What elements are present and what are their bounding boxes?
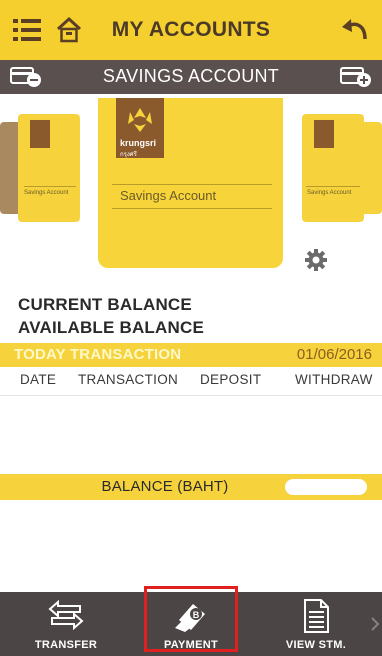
current-balance-label: CURRENT BALANCE	[18, 295, 192, 314]
brand-name: krungsri	[120, 138, 157, 148]
krungsri-logo	[314, 120, 334, 148]
page-title: MY ACCOUNTS	[111, 18, 271, 41]
account-card-right[interactable]: Savings Account	[302, 114, 364, 222]
header-divider	[0, 395, 382, 396]
account-card-left[interactable]: Savings Account	[18, 114, 80, 222]
statement-icon	[256, 598, 376, 634]
balance-value-redacted	[285, 479, 367, 495]
card-divider	[112, 208, 272, 209]
card-plus-icon[interactable]	[340, 64, 372, 90]
today-transaction-bar: TODAY TRANSACTION 01/06/2016	[0, 343, 382, 367]
account-card-carousel[interactable]: Savings Account krungsri กรุงศรี Savings…	[0, 94, 382, 280]
nav-transfer-label: TRANSFER	[34, 639, 98, 651]
gear-icon[interactable]	[304, 248, 328, 272]
krungsri-logo	[30, 120, 50, 148]
balance-label: BALANCE (BAHT)	[101, 478, 229, 495]
column-header-deposit: DEPOSIT	[200, 372, 262, 387]
nav-view-statement[interactable]: VIEW STM.	[256, 592, 376, 656]
transfer-icon	[6, 598, 126, 634]
column-header-transaction: TRANSACTION	[78, 372, 179, 387]
nav-transfer[interactable]: TRANSFER	[6, 592, 126, 656]
krungsri-logo: krungsri กรุงศรี	[116, 98, 164, 158]
transaction-date: 01/06/2016	[296, 346, 372, 363]
account-card-main[interactable]: krungsri กรุงศรี Savings Account	[98, 98, 283, 268]
column-header-withdraw: WITHDRAW	[295, 372, 373, 387]
balance-bar: BALANCE (BAHT)	[0, 474, 382, 500]
today-transaction-label: TODAY TRANSACTION	[14, 346, 182, 363]
chevron-right-icon[interactable]	[370, 616, 380, 632]
back-arrow-icon[interactable]	[340, 16, 370, 44]
account-card-right-back[interactable]	[360, 122, 382, 214]
brand-name-thai: กรุงศรี	[120, 152, 137, 158]
transaction-table-header: DATE TRANSACTION DEPOSIT WITHDRAW	[0, 369, 382, 395]
card-right-label: Savings Account	[307, 190, 352, 196]
nav-view-statement-label: VIEW STM.	[285, 639, 347, 651]
column-header-date: DATE	[20, 372, 57, 387]
card-divider	[306, 186, 360, 187]
available-balance-label: AVAILABLE BALANCE	[18, 318, 204, 337]
top-bar: MY ACCOUNTS	[0, 0, 382, 60]
payment-highlight-box	[144, 586, 238, 652]
account-type-title: SAVINGS ACCOUNT	[102, 66, 280, 86]
card-divider	[24, 186, 76, 187]
card-divider	[112, 184, 272, 185]
account-type-bar: SAVINGS ACCOUNT	[0, 60, 382, 94]
card-left-label: Savings Account	[24, 190, 69, 196]
card-main-label: Savings Account	[120, 188, 217, 203]
